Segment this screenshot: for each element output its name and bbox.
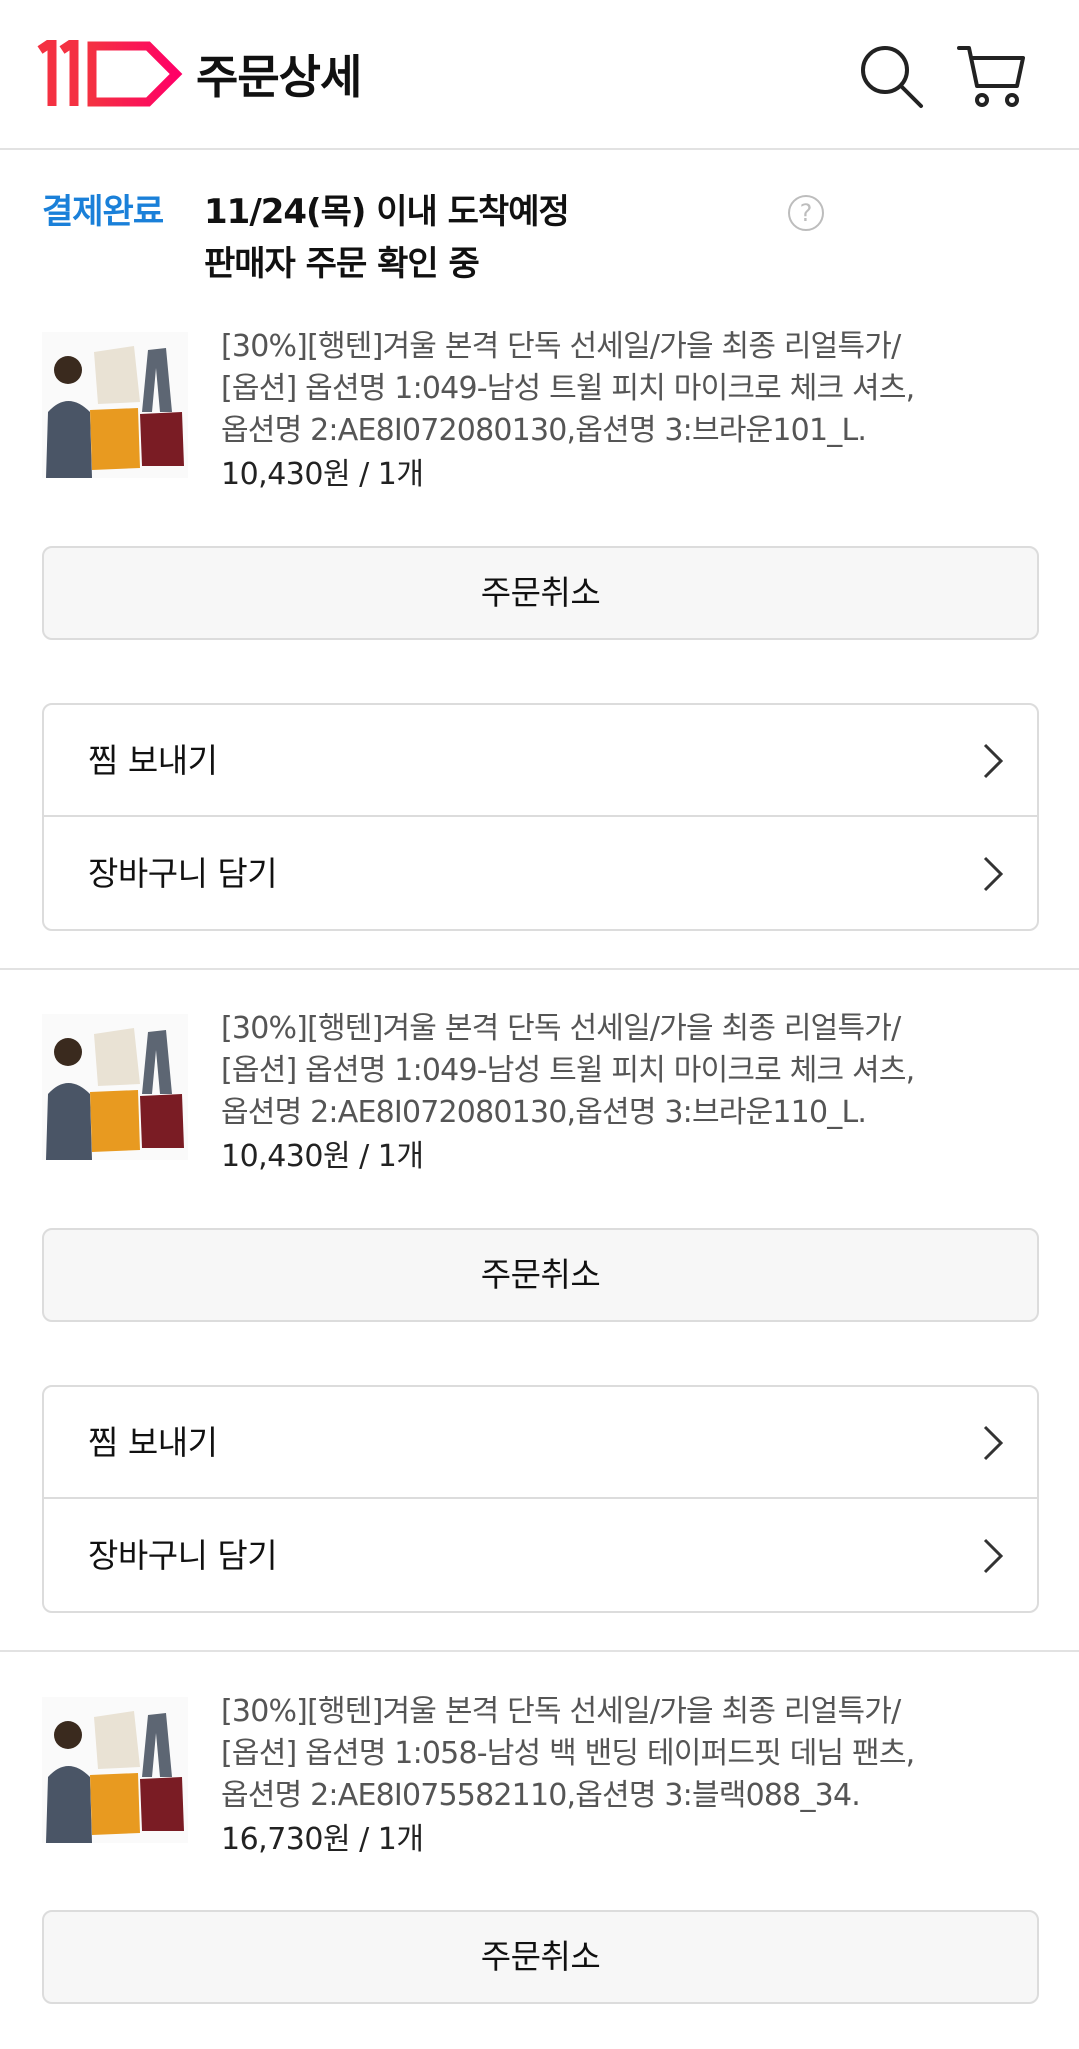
action-list: 찜 보내기 장바구니 담기 — [42, 703, 1039, 931]
product-name-line: [옵션] 옵션명 1:049-남성 트윌 피치 마이크로 체크 셔츠, — [221, 371, 915, 406]
section-divider — [0, 968, 1079, 970]
help-icon[interactable]: ? — [788, 195, 824, 231]
seller-status: 판매자 주문 확인 중 — [204, 244, 480, 284]
action-label: 장바구니 담기 — [88, 854, 278, 893]
product-name-line: [옵션] 옵션명 1:049-남성 트윌 피치 마이크로 체크 셔츠, — [221, 1053, 915, 1088]
section-divider — [0, 1650, 1079, 1652]
chevron-right-icon — [983, 856, 1004, 892]
delivery-info: 11/24(목) 이내 도착예정 판매자 주문 확인 중 ? — [204, 186, 1004, 290]
product-thumbnail[interactable] — [42, 1697, 188, 1843]
search-icon[interactable] — [855, 40, 927, 112]
product-name-line: [30%][행텐]겨울 본격 단독 선세일/가을 최종 리얼특가/ — [221, 1011, 901, 1046]
product-name-line: [30%][행텐]겨울 본격 단독 선세일/가을 최종 리얼특가/ — [221, 329, 901, 364]
page-title: 주문상세 — [196, 50, 362, 104]
add-to-cart-button[interactable]: 장바구니 담기 — [44, 818, 1037, 930]
product-name-line: [옵션] 옵션명 1:058-남성 백 밴딩 테이퍼드핏 데님 팬츠, — [221, 1736, 915, 1771]
send-wish-button[interactable]: 찜 보내기 — [44, 705, 1037, 817]
chevron-right-icon — [983, 1425, 1004, 1461]
action-label: 찜 보내기 — [88, 1423, 218, 1462]
add-to-cart-button[interactable]: 장바구니 담기 — [44, 1500, 1037, 1612]
cart-icon[interactable] — [955, 40, 1027, 112]
chevron-right-icon — [983, 743, 1004, 779]
app-header: 주문상세 — [0, 0, 1079, 150]
action-list: 찜 보내기 장바구니 담기 — [42, 1385, 1039, 1613]
cancel-order-button[interactable]: 주문취소 — [42, 546, 1039, 640]
product-name-line: 옵션명 2:AE8I075582110,옵션명 3:블랙088_34. — [221, 1778, 861, 1813]
payment-status-label: 결제완료 — [42, 192, 164, 232]
product-price: 10,430원 / 1개 — [221, 457, 424, 492]
11st-logo[interactable] — [36, 40, 184, 108]
product-name-line: 옵션명 2:AE8I072080130,옵션명 3:브라운101_L. — [221, 413, 867, 448]
product-name-line: 옵션명 2:AE8I072080130,옵션명 3:브라운110_L. — [221, 1095, 867, 1130]
product-name-line: [30%][행텐]겨울 본격 단독 선세일/가을 최종 리얼특가/ — [221, 1694, 901, 1729]
product-info: [30%][행텐]겨울 본격 단독 선세일/가을 최종 리얼특가/ [옵션] 옵… — [221, 1691, 1041, 1863]
delivery-eta: 11/24(목) 이내 도착예정 — [204, 192, 570, 232]
product-thumbnail[interactable] — [42, 1014, 188, 1160]
product-info: [30%][행텐]겨울 본격 단독 선세일/가을 최종 리얼특가/ [옵션] 옵… — [221, 1008, 1041, 1180]
action-label: 찜 보내기 — [88, 741, 218, 780]
cancel-order-button[interactable]: 주문취소 — [42, 1228, 1039, 1322]
chevron-right-icon — [983, 1538, 1004, 1574]
product-info: [30%][행텐]겨울 본격 단독 선세일/가을 최종 리얼특가/ [옵션] 옵… — [221, 326, 1041, 498]
action-label: 장바구니 담기 — [88, 1536, 278, 1575]
product-price: 16,730원 / 1개 — [221, 1822, 424, 1857]
send-wish-button[interactable]: 찜 보내기 — [44, 1387, 1037, 1499]
product-price: 10,430원 / 1개 — [221, 1139, 424, 1174]
cancel-order-button[interactable]: 주문취소 — [42, 1910, 1039, 2004]
product-thumbnail[interactable] — [42, 332, 188, 478]
